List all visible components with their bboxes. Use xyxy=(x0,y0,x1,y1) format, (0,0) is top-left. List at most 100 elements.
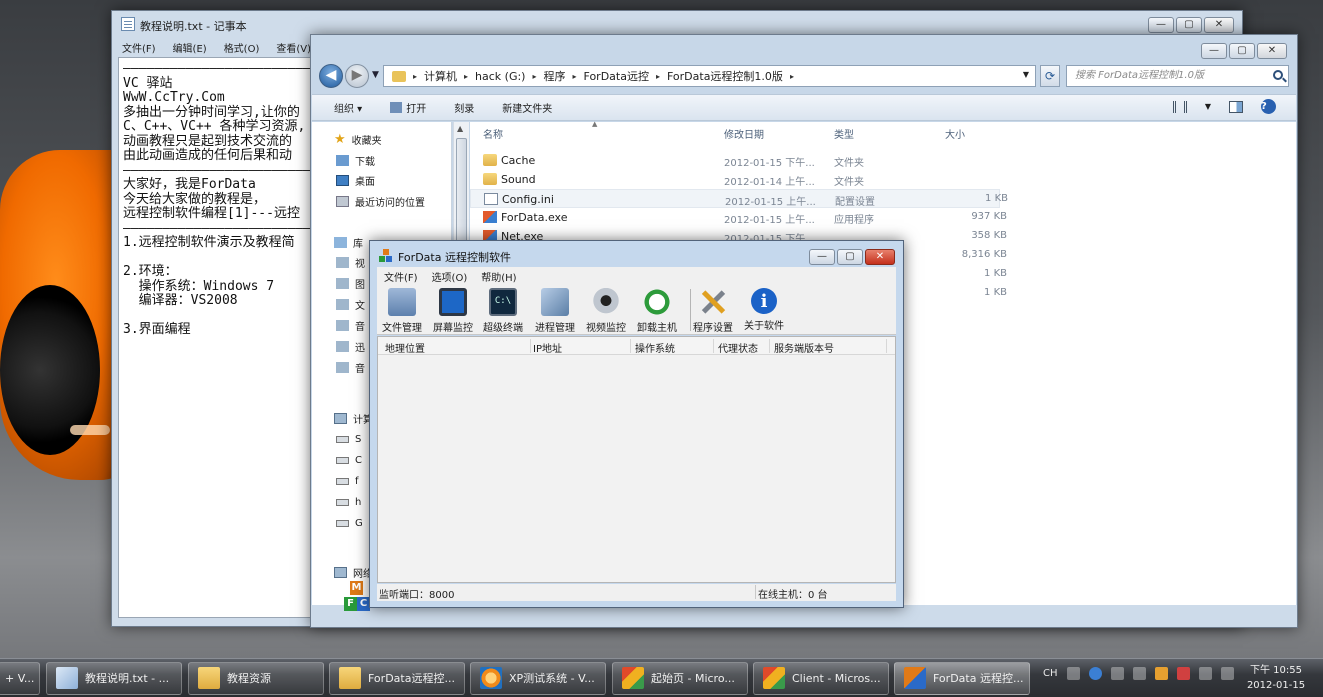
menu-format[interactable]: 格式(O) xyxy=(222,38,262,56)
nav-library-item[interactable]: 视 xyxy=(336,253,365,271)
close-button[interactable]: ✕ xyxy=(1204,17,1234,33)
nav-library-item[interactable]: 迅 xyxy=(336,337,365,355)
clock[interactable]: 下午 10:55 2012-01-15 xyxy=(1240,663,1312,693)
program-settings-button[interactable]: 程序设置 xyxy=(687,288,739,334)
breadcrumb-program[interactable]: 程序 xyxy=(544,68,566,84)
video-monitor-button[interactable]: 视频监控 xyxy=(580,288,632,334)
uninstall-host-button[interactable]: 卸载主机 xyxy=(631,288,683,334)
column-ip[interactable]: IP地址 xyxy=(533,340,562,355)
column-name[interactable]: 名称 xyxy=(483,126,503,144)
address-dropdown-icon[interactable]: ▼ xyxy=(1023,70,1029,79)
close-button[interactable]: ✕ xyxy=(865,249,895,265)
column-server-version[interactable]: 服务端版本号 xyxy=(774,340,834,355)
minimize-button[interactable]: — xyxy=(1148,17,1174,33)
process-manager-button[interactable]: 进程管理 xyxy=(529,288,581,334)
security-icon[interactable] xyxy=(1176,667,1190,680)
network-icon[interactable] xyxy=(1220,667,1234,680)
forward-button[interactable]: ▶ xyxy=(345,64,369,88)
view-options-icon[interactable] xyxy=(1172,100,1187,113)
nav-recent-places[interactable]: 最近访问的位置 xyxy=(336,192,425,210)
open-button[interactable]: 打开 xyxy=(390,100,426,115)
notepad-text-area[interactable]: ———————————————————————— VC 驿站 WwW.CcTry… xyxy=(118,57,318,618)
view-dropdown-icon[interactable]: ▼ xyxy=(1205,102,1211,111)
scroll-up-icon[interactable]: ▲ xyxy=(457,124,463,133)
taskbar-button-vmware[interactable]: XP测试系统 - V... xyxy=(470,662,606,695)
taskbar-button-notepad[interactable]: 教程说明.txt - ... xyxy=(46,662,182,695)
help-icon[interactable]: ? xyxy=(1261,99,1276,114)
nav-library-item[interactable]: 图 xyxy=(336,274,365,292)
arrow-icon[interactable] xyxy=(1132,667,1146,680)
taskbar-button-visual-studio[interactable]: 起始页 - Micro... xyxy=(612,662,748,695)
maximize-button[interactable]: ▢ xyxy=(837,249,863,265)
scroll-thumb[interactable] xyxy=(456,138,467,256)
fordata-window[interactable]: ForData 远程控制软件 — ▢ ✕ 文件(F) 选项(O) 帮助(H) 文… xyxy=(369,240,904,608)
help-tray-icon[interactable] xyxy=(1088,667,1102,680)
nav-libraries[interactable]: 库 xyxy=(334,233,363,251)
fordata-titlebar[interactable]: ForData 远程控制软件 — ▢ ✕ xyxy=(370,241,903,267)
file-manager-button[interactable]: 文件管理 xyxy=(376,288,428,334)
recent-pages-dropdown[interactable]: ▼ xyxy=(372,70,379,80)
breadcrumb-computer[interactable]: 计算机 xyxy=(424,68,457,84)
menu-help[interactable]: 帮助(H) xyxy=(481,269,516,284)
burn-button[interactable]: 刻录 xyxy=(454,100,474,115)
taskbar-button-folder[interactable]: 教程资源 xyxy=(188,662,324,695)
nav-drive[interactable]: G xyxy=(336,514,363,532)
nav-library-item[interactable]: 文 xyxy=(336,295,365,313)
taskbar-button-explorer[interactable]: ForData远程控... xyxy=(329,662,465,695)
nav-network[interactable]: 网络 xyxy=(334,563,373,581)
menu-file[interactable]: 文件(F) xyxy=(384,269,418,284)
back-button[interactable]: ◀ xyxy=(319,64,343,88)
maximize-button[interactable]: ▢ xyxy=(1229,43,1255,59)
column-proxy-status[interactable]: 代理状态 xyxy=(718,340,758,355)
breadcrumb-drive[interactable]: hack (G:) xyxy=(475,70,525,83)
refresh-button[interactable]: ⟳ xyxy=(1040,65,1060,87)
file-row[interactable]: Sound 2012-01-14 上午... 文件夹 xyxy=(470,170,1000,189)
preview-pane-icon[interactable] xyxy=(1229,100,1243,113)
organize-button[interactable]: 组织 ▾ xyxy=(334,100,362,115)
taskbar-button[interactable]: + V... xyxy=(0,662,40,695)
nav-favorites[interactable]: ★ 收藏夹 xyxy=(334,130,382,148)
address-bar[interactable]: ▸ 计算机 ▸ hack (G:) ▸ 程序 ▸ ForData远控 ▸ For… xyxy=(383,65,1036,87)
breadcrumb-separator[interactable]: ▸ xyxy=(573,72,577,81)
new-folder-button[interactable]: 新建文件夹 xyxy=(502,100,552,115)
column-size[interactable]: 大小 xyxy=(945,126,965,144)
pen-icon[interactable] xyxy=(1110,667,1124,680)
menu-edit[interactable]: 编辑(E) xyxy=(171,38,209,56)
nav-drive[interactable]: f xyxy=(336,472,359,490)
search-icon[interactable] xyxy=(1273,70,1283,80)
column-location[interactable]: 地理位置 xyxy=(385,340,425,355)
menu-view[interactable]: 查看(V) xyxy=(274,38,313,56)
volume-icon[interactable] xyxy=(1198,667,1212,680)
minimize-button[interactable]: — xyxy=(809,249,835,265)
column-date[interactable]: 修改日期 xyxy=(724,126,764,144)
minimize-button[interactable]: — xyxy=(1201,43,1227,59)
nav-desktop[interactable]: 桌面 xyxy=(336,171,375,189)
close-button[interactable]: ✕ xyxy=(1257,43,1287,59)
breadcrumb-separator[interactable]: ▸ xyxy=(790,72,794,81)
screen-monitor-button[interactable]: 屏幕监控 xyxy=(427,288,479,334)
taskbar-button-fordata[interactable]: ForData 远程控... xyxy=(894,662,1030,695)
nav-computer[interactable]: 计算 xyxy=(334,409,373,427)
nav-downloads[interactable]: 下载 xyxy=(336,151,375,169)
nav-drive[interactable]: S xyxy=(336,430,361,448)
qq-icon[interactable] xyxy=(1154,667,1168,680)
breadcrumb-current[interactable]: ForData远程控制1.0版 xyxy=(667,68,783,84)
nav-drive[interactable]: h xyxy=(336,493,361,511)
breadcrumb-separator[interactable]: ▸ xyxy=(413,72,417,81)
menu-options[interactable]: 选项(O) xyxy=(432,269,468,284)
breadcrumb-separator[interactable]: ▸ xyxy=(532,72,536,81)
menu-file[interactable]: 文件(F) xyxy=(120,38,158,56)
nav-library-item[interactable]: 音 xyxy=(336,358,365,376)
breadcrumb-separator[interactable]: ▸ xyxy=(656,72,660,81)
breadcrumb-separator[interactable]: ▸ xyxy=(464,72,468,81)
column-os[interactable]: 操作系统 xyxy=(635,340,675,355)
host-list[interactable]: 地理位置 IP地址 操作系统 代理状态 服务端版本号 xyxy=(377,336,896,583)
file-row[interactable]: Config.ini 2012-01-15 上午... 配置设置 1 KB xyxy=(470,189,1008,208)
file-row[interactable]: ForData.exe 2012-01-15 上午... 应用程序 937 KB xyxy=(470,208,1007,227)
maximize-button[interactable]: ▢ xyxy=(1176,17,1202,33)
about-button[interactable]: i 关于软件 xyxy=(738,288,790,332)
terminal-button[interactable]: C:\ 超级终端 xyxy=(477,288,529,334)
language-indicator[interactable]: CH xyxy=(1043,668,1058,679)
breadcrumb-fordata[interactable]: ForData远控 xyxy=(584,68,649,84)
file-row[interactable]: Cache 2012-01-15 下午... 文件夹 xyxy=(470,151,1000,170)
